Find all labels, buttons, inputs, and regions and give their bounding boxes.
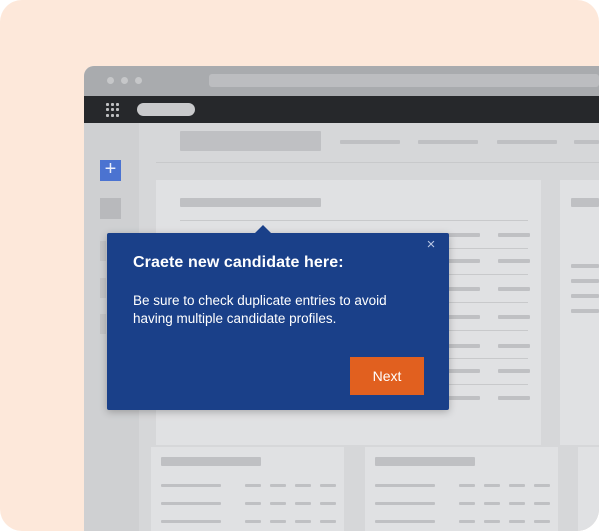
popover-body: Be sure to check duplicate entries to av… [133, 293, 387, 326]
plus-icon: + [104, 158, 117, 180]
card-line-placeholder [270, 484, 286, 487]
card-line-placeholder [375, 502, 435, 505]
cell-placeholder [498, 259, 530, 263]
card-line-placeholder [245, 502, 261, 505]
card-line-placeholder [484, 520, 500, 523]
cell-placeholder [498, 233, 530, 237]
card-line-placeholder [534, 484, 550, 487]
side-panel-line-placeholder [571, 309, 599, 313]
card-line-placeholder [509, 502, 525, 505]
cell-placeholder [498, 396, 530, 400]
cell-placeholder [448, 233, 480, 237]
app-top-bar [84, 96, 599, 123]
card-line-placeholder [459, 520, 475, 523]
card-line-placeholder [270, 520, 286, 523]
sidebar-item-placeholder [100, 314, 106, 334]
card-line-placeholder [459, 484, 475, 487]
card-line-placeholder [245, 484, 261, 487]
popover-arrow [254, 225, 272, 234]
popover-title: Craete new candidate here: [133, 254, 344, 271]
next-button[interactable]: Next [350, 357, 424, 395]
cell-placeholder [448, 344, 480, 348]
card-line-placeholder [320, 502, 336, 505]
side-panel-line-placeholder [571, 279, 599, 283]
side-panel-line-placeholder [571, 264, 599, 268]
tab-placeholder [340, 140, 400, 144]
card-line-placeholder [534, 520, 550, 523]
card-line-placeholder [161, 502, 221, 505]
card-line-placeholder [161, 520, 221, 523]
sidebar-item-placeholder[interactable] [100, 198, 121, 219]
card-line-placeholder [320, 484, 336, 487]
window-dot [135, 77, 142, 84]
tab-placeholder [497, 140, 557, 144]
card-line-placeholder [270, 502, 286, 505]
card-line-placeholder [534, 502, 550, 505]
side-panel-line-placeholder [571, 294, 599, 298]
card-heading-placeholder [375, 457, 475, 466]
tab-placeholder [418, 140, 478, 144]
cell-placeholder [498, 369, 530, 373]
cell-placeholder [448, 259, 480, 263]
tab-placeholder [574, 140, 599, 144]
app-name-placeholder [137, 103, 195, 116]
card-line-placeholder [295, 484, 311, 487]
card-line-placeholder [375, 484, 435, 487]
card-line-placeholder [375, 520, 435, 523]
url-bar-placeholder [209, 74, 599, 87]
card-line-placeholder [459, 502, 475, 505]
cell-placeholder [448, 287, 480, 291]
cell-placeholder [448, 396, 480, 400]
card-line-placeholder [509, 520, 525, 523]
cell-placeholder [498, 344, 530, 348]
card-line-placeholder [320, 520, 336, 523]
cell-placeholder [448, 369, 480, 373]
window-dot [121, 77, 128, 84]
panel-divider [180, 220, 528, 221]
bottom-card [578, 447, 599, 531]
card-line-placeholder [295, 520, 311, 523]
close-icon[interactable]: × [424, 237, 438, 252]
side-panel-heading-placeholder [571, 198, 599, 207]
cell-placeholder [498, 287, 530, 291]
card-line-placeholder [161, 484, 221, 487]
add-candidate-button[interactable]: + [100, 158, 121, 181]
cell-placeholder [448, 315, 480, 319]
window-titlebar [84, 66, 599, 96]
card-heading-placeholder [161, 457, 261, 466]
card-line-placeholder [295, 502, 311, 505]
page-title-placeholder [180, 131, 321, 151]
card-line-placeholder [484, 484, 500, 487]
onboarding-popover: × Craete new candidate here: Be sure to … [107, 225, 449, 410]
card-line-placeholder [509, 484, 525, 487]
panel-heading-placeholder [180, 198, 321, 207]
header-divider [156, 162, 599, 163]
sidebar-item-placeholder [100, 241, 106, 261]
cell-placeholder [498, 315, 530, 319]
card-line-placeholder [245, 520, 261, 523]
background-card: + × Craete new candidate here: Be sure t… [0, 0, 599, 531]
card-line-placeholder [484, 502, 500, 505]
window-dot [107, 77, 114, 84]
sidebar-item-placeholder [100, 278, 106, 298]
app-grid-icon[interactable] [106, 103, 120, 117]
